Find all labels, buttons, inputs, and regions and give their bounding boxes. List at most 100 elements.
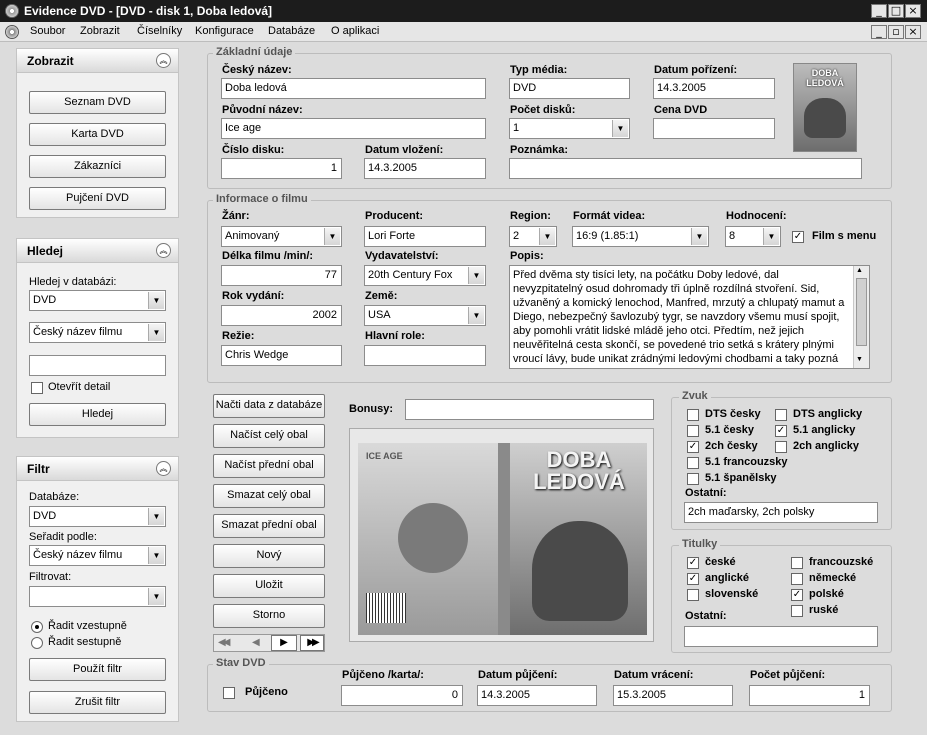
popis-textarea[interactable]: Před dvěma sty tisíci lety, na počátku D…: [509, 265, 870, 369]
titulky-ostatni-input[interactable]: [684, 626, 878, 647]
filtr-header[interactable]: Filtr ︽: [17, 457, 178, 481]
seradit-select[interactable]: Český název filmu ▼: [29, 545, 166, 566]
vydavatelstvi-select[interactable]: 20th Century Fox ▼: [364, 265, 486, 286]
zvuk-ostatni-input[interactable]: 2ch maďarsky, 2ch polsky: [684, 502, 878, 523]
popis-scrollbar[interactable]: ▲ ▼: [853, 266, 869, 368]
delka-filmu-input[interactable]: 77: [221, 265, 342, 286]
ulozit-button[interactable]: Uložit: [213, 574, 325, 598]
otevrit-detail-checkbox[interactable]: [31, 382, 43, 394]
maximize-button[interactable]: □: [888, 4, 904, 18]
ceske-checkbox[interactable]: ✓: [687, 557, 699, 569]
datum-vraceni-input[interactable]: 15.3.2005: [613, 685, 733, 706]
nacti-data-button[interactable]: Načti data z databáze: [213, 394, 325, 418]
mdi-close-button[interactable]: ×: [905, 25, 921, 39]
5-1-francouzsky-checkbox[interactable]: [687, 457, 699, 469]
pouzit-filtr-button[interactable]: Použít filtr: [29, 658, 166, 681]
first-record-icon[interactable]: ◀◀: [218, 637, 231, 648]
menu-soubor[interactable]: Soubor: [30, 25, 65, 37]
pujceno-karta-input[interactable]: 0: [341, 685, 463, 706]
hledej-button[interactable]: Hledej: [29, 403, 166, 426]
rezie-input[interactable]: Chris Wedge: [221, 345, 342, 366]
mdi-restore-button[interactable]: ▫: [888, 25, 904, 39]
datum-porizeni-input[interactable]: 14.3.2005: [653, 78, 775, 99]
ruske-checkbox[interactable]: [791, 605, 803, 617]
rok-vydani-input[interactable]: 2002: [221, 305, 342, 326]
region-select[interactable]: 2 ▼: [509, 226, 557, 247]
menu-databaze[interactable]: Databáze: [268, 25, 315, 37]
nemecke-checkbox[interactable]: [791, 573, 803, 585]
5-1-anglicky-checkbox[interactable]: ✓: [775, 425, 787, 437]
novy-button[interactable]: Nový: [213, 544, 325, 568]
dropdown-arrow-icon[interactable]: ▼: [148, 508, 164, 525]
pocet-disku-select[interactable]: 1 ▼: [509, 118, 630, 139]
anglicke-checkbox[interactable]: ✓: [687, 573, 699, 585]
nacist-predni-obal-button[interactable]: Načíst přední obal: [213, 454, 325, 478]
hodnoceni-select[interactable]: 8 ▼: [725, 226, 781, 247]
bonusy-input[interactable]: [405, 399, 654, 420]
last-record-icon[interactable]: ▶▶: [300, 635, 324, 651]
5-1-cesky-checkbox[interactable]: [687, 425, 699, 437]
menu-o-aplikaci[interactable]: O aplikaci: [331, 25, 379, 37]
dropdown-arrow-icon[interactable]: ▼: [148, 547, 164, 564]
typ-media-input[interactable]: DVD: [509, 78, 630, 99]
slovenske-checkbox[interactable]: [687, 589, 699, 601]
scroll-up-icon[interactable]: ▲: [856, 267, 863, 274]
dropdown-arrow-icon[interactable]: ▼: [468, 307, 484, 324]
minimize-button[interactable]: _: [871, 4, 887, 18]
cena-dvd-input[interactable]: [653, 118, 775, 139]
close-button[interactable]: ×: [905, 4, 921, 18]
pocet-pujceni-input[interactable]: 1: [749, 685, 870, 706]
2ch-anglicky-checkbox[interactable]: [775, 441, 787, 453]
menu-ciselniky[interactable]: Číselníky: [137, 25, 182, 37]
producent-input[interactable]: Lori Forte: [364, 226, 486, 247]
5-1-spanelsky-checkbox[interactable]: [687, 473, 699, 485]
scroll-down-icon[interactable]: ▼: [856, 356, 863, 363]
hledej-db-select[interactable]: DVD ▼: [29, 290, 166, 311]
dts-anglicky-checkbox[interactable]: [775, 409, 787, 421]
format-videa-select[interactable]: 16:9 (1.85:1) ▼: [572, 226, 709, 247]
datum-vlozeni-input[interactable]: 14.3.2005: [364, 158, 486, 179]
dropdown-arrow-icon[interactable]: ▼: [468, 267, 484, 284]
collapse-chevron-icon[interactable]: ︽: [156, 53, 171, 68]
cislo-disku-input[interactable]: 1: [221, 158, 342, 179]
menu-konfigurace[interactable]: Konfigurace: [195, 25, 254, 37]
dropdown-arrow-icon[interactable]: ▼: [148, 292, 164, 309]
film-s-menu-checkbox[interactable]: ✓: [792, 231, 804, 243]
filtr-db-select[interactable]: DVD ▼: [29, 506, 166, 527]
pujceno-checkbox[interactable]: [223, 687, 235, 699]
collapse-chevron-icon[interactable]: ︽: [156, 461, 171, 476]
datum-pujceni-input[interactable]: 14.3.2005: [477, 685, 597, 706]
dropdown-arrow-icon[interactable]: ▼: [148, 324, 164, 341]
karta-dvd-button[interactable]: Karta DVD: [29, 123, 166, 146]
smazat-cely-obal-button[interactable]: Smazat celý obal: [213, 484, 325, 508]
2ch-cesky-checkbox[interactable]: ✓: [687, 441, 699, 453]
zobrazit-header[interactable]: Zobrazit ︽: [17, 49, 178, 73]
hledej-field-select[interactable]: Český název filmu ▼: [29, 322, 166, 343]
zeme-select[interactable]: USA ▼: [364, 305, 486, 326]
storno-button[interactable]: Storno: [213, 604, 325, 628]
polske-checkbox[interactable]: ✓: [791, 589, 803, 601]
dropdown-arrow-icon[interactable]: ▼: [691, 228, 707, 245]
zakaznici-button[interactable]: Zákazníci: [29, 155, 166, 178]
cesky-nazev-input[interactable]: Doba ledová: [221, 78, 486, 99]
dropdown-arrow-icon[interactable]: ▼: [324, 228, 340, 245]
pujceni-dvd-button[interactable]: Pujčení DVD: [29, 187, 166, 210]
puvodni-nazev-input[interactable]: Ice age: [221, 118, 486, 139]
collapse-chevron-icon[interactable]: ︽: [156, 243, 171, 258]
menu-zobrazit[interactable]: Zobrazit: [80, 25, 120, 37]
scroll-thumb[interactable]: [856, 278, 867, 346]
next-record-icon[interactable]: ▶: [271, 635, 297, 651]
francouzske-checkbox[interactable]: [791, 557, 803, 569]
nacist-cely-obal-button[interactable]: Načíst celý obal: [213, 424, 325, 448]
mdi-minimize-button[interactable]: _: [871, 25, 887, 39]
dropdown-arrow-icon[interactable]: ▼: [612, 120, 628, 137]
sort-asc-radio[interactable]: [31, 621, 43, 633]
sort-desc-radio[interactable]: [31, 637, 43, 649]
prev-record-icon[interactable]: ◀: [252, 637, 260, 648]
hledej-header[interactable]: Hledej ︽: [17, 239, 178, 263]
smazat-predni-obal-button[interactable]: Smazat přední obal: [213, 514, 325, 538]
hlavni-role-input[interactable]: [364, 345, 486, 366]
dts-cesky-checkbox[interactable]: [687, 409, 699, 421]
zrusit-filtr-button[interactable]: Zrušit filtr: [29, 691, 166, 714]
hledej-search-input[interactable]: [29, 355, 166, 376]
